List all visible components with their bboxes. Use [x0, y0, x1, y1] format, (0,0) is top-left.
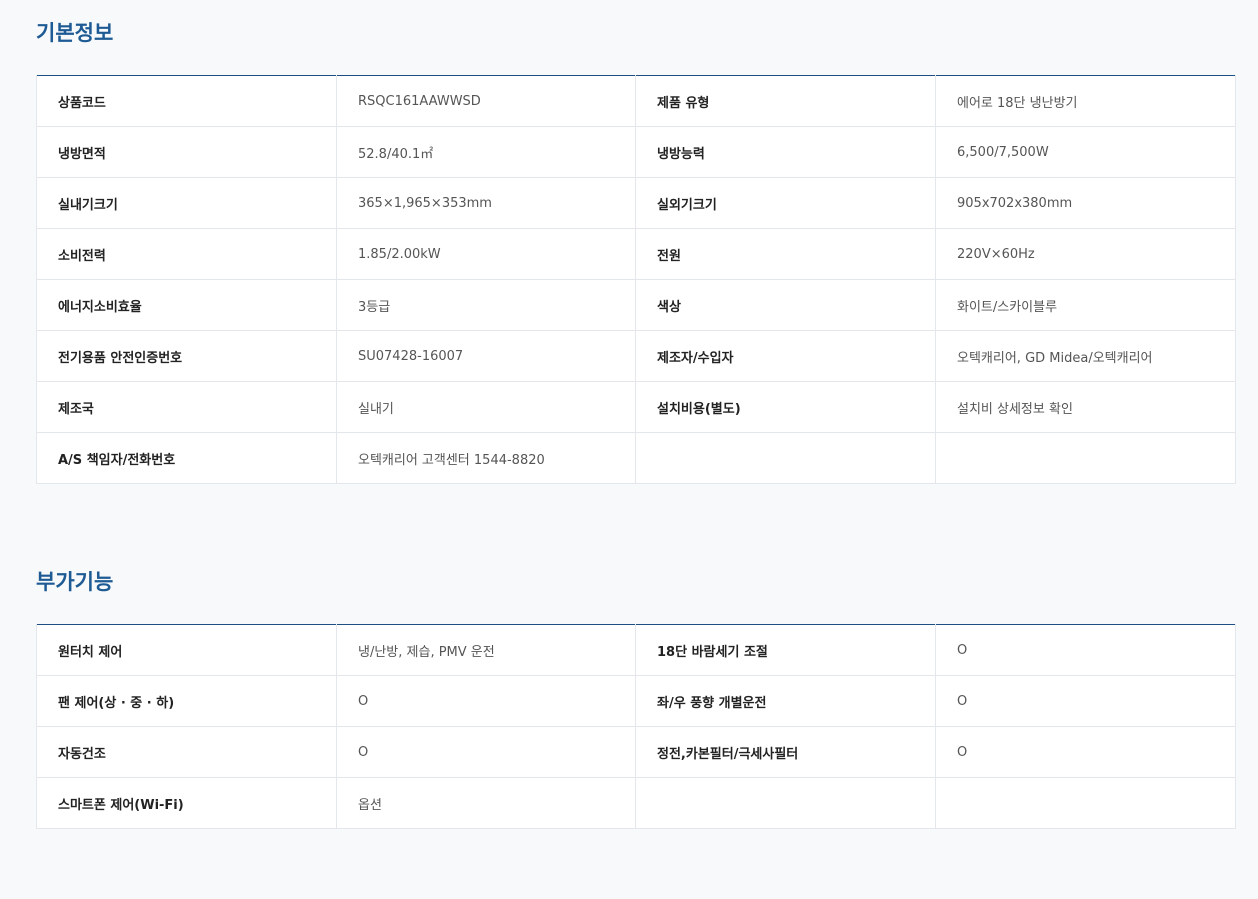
feature-value: 옵션	[336, 777, 636, 829]
table-row: A/S 책임자/전화번호 오텍캐리어 고객센터 1544-8820	[36, 432, 1236, 484]
table-row: 원터치 제어 냉/난방, 제습, PMV 운전 18단 바람세기 조절 O	[36, 624, 1236, 676]
table-row: 제조국 실내기 설치비용(별도) 설치비 상세정보 확인	[36, 381, 1236, 433]
feature-label: 정전,카본필터/극세사필터	[635, 726, 936, 778]
spec-label: 전원	[635, 228, 936, 280]
spec-label: 제조자/수입자	[635, 330, 936, 382]
spec-label: 제조국	[36, 381, 337, 433]
feature-label: 원터치 제어	[36, 624, 337, 676]
table-row: 전기용품 안전인증번호 SU07428-16007 제조자/수입자 오텍캐리어,…	[36, 330, 1236, 382]
spec-label: 실외기크기	[635, 177, 936, 229]
feature-value: O	[935, 726, 1236, 778]
spec-label-empty	[635, 432, 936, 484]
spec-value: 3등급	[336, 279, 636, 331]
extra-features-title: 부가기능	[36, 570, 114, 594]
spec-label: 실내기크기	[36, 177, 337, 229]
extra-features-table: 원터치 제어 냉/난방, 제습, PMV 운전 18단 바람세기 조절 O 팬 …	[36, 624, 1236, 829]
table-row: 실내기크기 365×1,965×353mm 실외기크기 905x702x380m…	[36, 177, 1236, 229]
table-row: 자동건조 O 정전,카본필터/극세사필터 O	[36, 726, 1236, 778]
table-row: 스마트폰 제어(Wi-Fi) 옵션	[36, 777, 1236, 829]
spec-value: 905x702x380mm	[935, 177, 1236, 229]
spec-value: 오텍캐리어, GD Midea/오텍캐리어	[935, 330, 1236, 382]
spec-value: 52.8/40.1㎡	[336, 126, 636, 178]
spec-value: 실내기	[336, 381, 636, 433]
feature-value-empty	[935, 777, 1236, 829]
table-row: 냉방면적 52.8/40.1㎡ 냉방능력 6,500/7,500W	[36, 126, 1236, 178]
spec-value: 220V×60Hz	[935, 228, 1236, 280]
spec-label: 설치비용(별도)	[635, 381, 936, 433]
feature-label: 팬 제어(상 · 중 · 하)	[36, 675, 337, 727]
spec-label: 냉방면적	[36, 126, 337, 178]
feature-value: O	[336, 675, 636, 727]
spec-label: A/S 책임자/전화번호	[36, 432, 337, 484]
table-row: 팬 제어(상 · 중 · 하) O 좌/우 풍향 개별운전 O	[36, 675, 1236, 727]
spec-value: SU07428-16007	[336, 330, 636, 382]
table-row: 상품코드 RSQC161AAWWSD 제품 유형 에어로 18단 냉난방기	[36, 75, 1236, 127]
spec-label: 전기용품 안전인증번호	[36, 330, 337, 382]
spec-value: 에어로 18단 냉난방기	[935, 75, 1236, 127]
spec-value: 화이트/스카이블루	[935, 279, 1236, 331]
spec-value: 1.85/2.00kW	[336, 228, 636, 280]
feature-value: O	[935, 675, 1236, 727]
spec-label: 제품 유형	[635, 75, 936, 127]
feature-value: 냉/난방, 제습, PMV 운전	[336, 624, 636, 676]
feature-label: 18단 바람세기 조절	[635, 624, 936, 676]
basic-info-title: 기본정보	[36, 21, 114, 45]
spec-label: 냉방능력	[635, 126, 936, 178]
feature-value: O	[336, 726, 636, 778]
table-row: 에너지소비효율 3등급 색상 화이트/스카이블루	[36, 279, 1236, 331]
feature-label: 좌/우 풍향 개별운전	[635, 675, 936, 727]
basic-info-table: 상품코드 RSQC161AAWWSD 제품 유형 에어로 18단 냉난방기 냉방…	[36, 75, 1236, 484]
basic-info-section: 기본정보 상품코드 RSQC161AAWWSD 제품 유형 에어로 18단 냉난…	[36, 18, 1236, 484]
spec-value: 365×1,965×353mm	[336, 177, 636, 229]
feature-value: O	[935, 624, 1236, 676]
spec-label: 소비전력	[36, 228, 337, 280]
spec-label: 에너지소비효율	[36, 279, 337, 331]
spec-value: 6,500/7,500W	[935, 126, 1236, 178]
table-row: 소비전력 1.85/2.00kW 전원 220V×60Hz	[36, 228, 1236, 280]
spec-label: 색상	[635, 279, 936, 331]
spec-value: 오텍캐리어 고객센터 1544-8820	[336, 432, 636, 484]
extra-features-section: 부가기능 원터치 제어 냉/난방, 제습, PMV 운전 18단 바람세기 조절…	[36, 567, 1236, 829]
feature-label: 자동건조	[36, 726, 337, 778]
spec-value: 설치비 상세정보 확인	[935, 381, 1236, 433]
spec-value-empty	[935, 432, 1236, 484]
feature-label-empty	[635, 777, 936, 829]
feature-label: 스마트폰 제어(Wi-Fi)	[36, 777, 337, 829]
spec-value: RSQC161AAWWSD	[336, 75, 636, 127]
spec-label: 상품코드	[36, 75, 337, 127]
